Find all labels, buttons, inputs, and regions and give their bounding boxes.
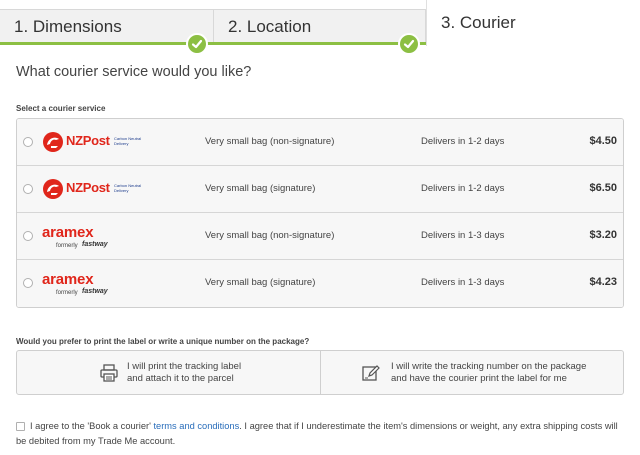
nzpost-logo-icon: NZPost Carbon Neutral Delivery [42, 177, 152, 203]
print-label-button[interactable]: I will print the tracking label and atta… [17, 351, 321, 394]
aramex-former-brand: fastway [82, 241, 108, 248]
courier-section-label: Select a courier service [16, 104, 106, 113]
service-name: Very small bag (non-signature) [205, 136, 335, 147]
tab-location-label: 2. Location [228, 17, 312, 36]
terms-link[interactable]: terms and conditions [153, 421, 239, 431]
courier-option-nzpost-non-signature[interactable]: NZPost Carbon Neutral Delivery Very smal… [17, 119, 623, 166]
delivery-time: Delivers in 1-2 days [421, 183, 505, 194]
aramex-brand: aramex [42, 224, 94, 241]
nzpost-mark-icon [43, 179, 63, 199]
nzpost-brand: NZPost [66, 180, 110, 195]
aramex-logo-icon: aramex formerly fastway [42, 271, 152, 297]
progress-underline [0, 42, 426, 45]
checkmark-icon [398, 33, 420, 55]
courier-option-aramex-non-signature[interactable]: aramex formerly fastway Very small bag (… [17, 213, 623, 260]
agreement-text: I agree to the 'Book a courier' terms an… [16, 419, 626, 449]
label-question: Would you prefer to print the label or w… [16, 337, 310, 346]
agreement-before: I agree to the 'Book a courier' [30, 421, 154, 431]
tab-location[interactable]: 2. Location [214, 9, 426, 45]
aramex-formerly: formerly [56, 290, 78, 296]
step-tabs: 1. Dimensions 2. Location 3. Courier [0, 0, 640, 55]
tab-dimensions-label: 1. Dimensions [14, 17, 122, 36]
courier-option-aramex-signature[interactable]: aramex formerly fastway Very small bag (… [17, 260, 623, 307]
tab-courier-label: 3. Courier [441, 13, 516, 32]
write-number-line1: I will write the tracking number on the … [391, 361, 587, 372]
checkmark-icon [186, 33, 208, 55]
print-label-line2: and attach it to the parcel [127, 373, 234, 384]
label-options: I will print the tracking label and atta… [16, 350, 624, 395]
courier-radio[interactable] [23, 278, 33, 288]
tab-courier[interactable]: 3. Courier [426, 0, 640, 46]
aramex-formerly: formerly [56, 243, 78, 249]
delivery-time: Delivers in 1-2 days [421, 136, 505, 147]
service-name: Very small bag (signature) [205, 277, 316, 288]
write-number-button[interactable]: I will write the tracking number on the … [321, 351, 623, 394]
tab-dimensions[interactable]: 1. Dimensions [0, 9, 214, 45]
write-number-text: I will write the tracking number on the … [391, 361, 586, 385]
courier-radio[interactable] [23, 231, 33, 241]
courier-option-nzpost-signature[interactable]: NZPost Carbon Neutral Delivery Very smal… [17, 166, 623, 213]
delivery-time: Delivers in 1-3 days [421, 277, 505, 288]
nzpost-tag: Carbon Neutral Delivery [114, 183, 142, 193]
courier-radio[interactable] [23, 137, 33, 147]
delivery-time: Delivers in 1-3 days [421, 230, 505, 241]
printer-icon [100, 364, 118, 382]
service-name: Very small bag (signature) [205, 183, 316, 194]
page-question: What courier service would you like? [16, 64, 252, 80]
agreement: I agree to the 'Book a courier' terms an… [16, 419, 626, 449]
price: $4.50 [589, 135, 617, 147]
aramex-former-brand: fastway [82, 288, 108, 295]
price: $3.20 [589, 229, 617, 241]
nzpost-brand: NZPost [66, 133, 110, 148]
price: $6.50 [589, 182, 617, 194]
aramex-logo-icon: aramex formerly fastway [42, 224, 152, 250]
agree-checkbox[interactable] [16, 422, 25, 431]
nzpost-logo-icon: NZPost Carbon Neutral Delivery [42, 130, 152, 156]
pencil-icon [362, 365, 380, 381]
nzpost-mark-icon [43, 132, 63, 152]
nzpost-tag: Carbon Neutral Delivery [114, 136, 142, 146]
courier-list: NZPost Carbon Neutral Delivery Very smal… [16, 118, 624, 308]
write-number-line2: and have the courier print the label for… [391, 373, 567, 384]
courier-radio[interactable] [23, 184, 33, 194]
print-label-line1: I will print the tracking label [127, 361, 242, 372]
service-name: Very small bag (non-signature) [205, 230, 335, 241]
aramex-brand: aramex [42, 271, 94, 288]
price: $4.23 [589, 276, 617, 288]
print-label-text: I will print the tracking label and atta… [127, 361, 241, 385]
